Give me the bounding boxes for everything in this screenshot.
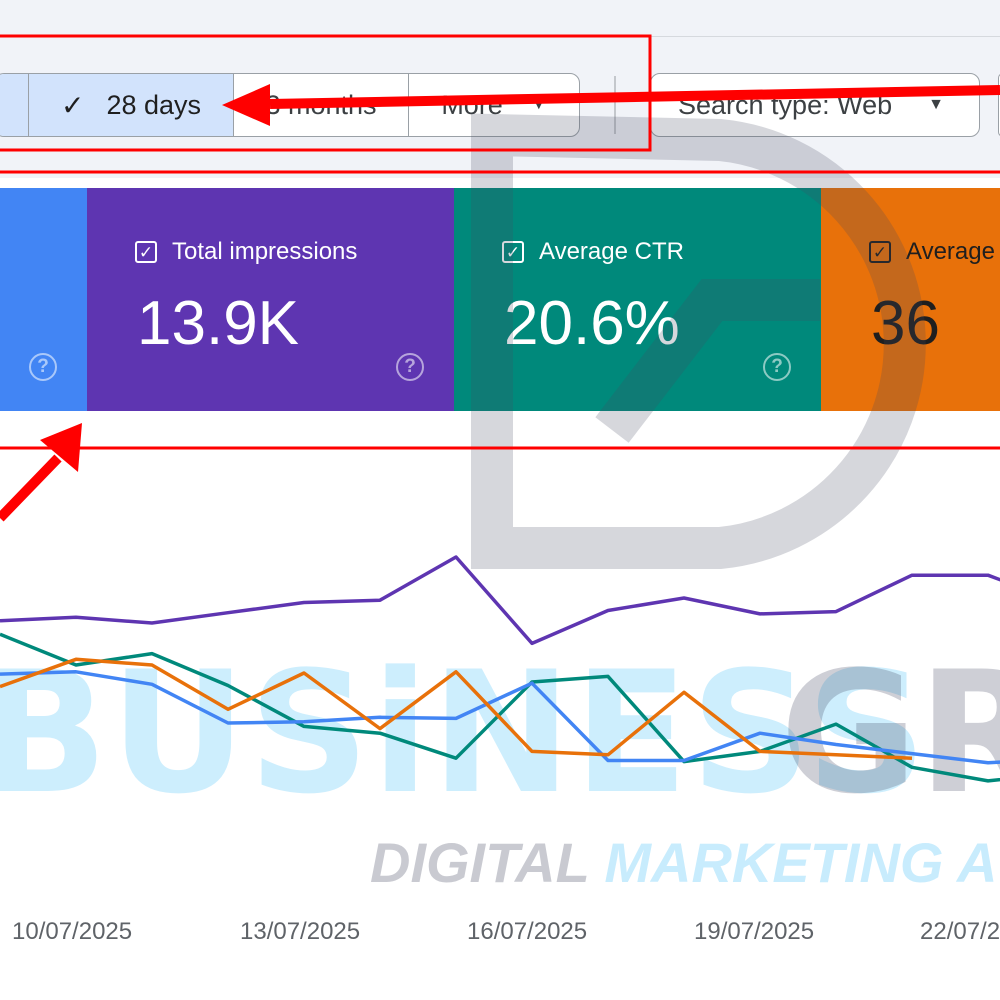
annotation-overlay: [0, 34, 1000, 522]
annotation-arrow-shaft: [269, 85, 1000, 109]
annotation-box-date-range: [0, 34, 652, 152]
annotation-arrow-shaft: [0, 454, 62, 522]
annotation-arrowhead: [222, 84, 270, 126]
